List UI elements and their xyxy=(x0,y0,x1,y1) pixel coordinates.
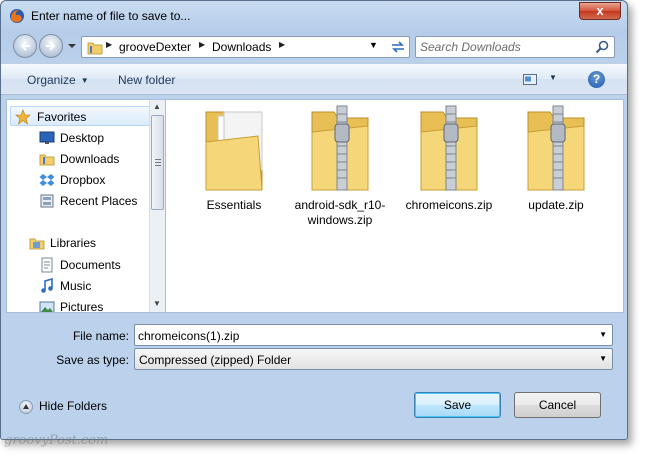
breadcrumb-separator-icon[interactable]: ▶ xyxy=(279,40,285,49)
libraries-icon xyxy=(29,238,45,250)
title-bar: Enter name of file to save to... x xyxy=(1,1,627,31)
file-name-input[interactable] xyxy=(138,328,588,343)
hide-folders-label: Hide Folders xyxy=(39,399,108,413)
nav-item-label: Recent Places xyxy=(60,194,138,208)
file-name: chromeicons.zip xyxy=(405,198,493,212)
nav-item-label: Dropbox xyxy=(60,173,106,187)
nav-item-downloads[interactable]: Downloads xyxy=(39,149,165,169)
nav-item-label: Libraries xyxy=(50,236,97,250)
file-name-combobox[interactable]: ▼ xyxy=(134,324,613,346)
nav-item-pictures[interactable]: Pictures xyxy=(39,297,165,313)
chevron-down-icon: ▼ xyxy=(80,76,89,85)
file-item[interactable]: Essentials xyxy=(184,102,284,242)
organize-label: Organize xyxy=(27,73,76,87)
star-icon xyxy=(15,109,31,125)
nav-item-label: Pictures xyxy=(60,300,104,313)
file-item[interactable]: update.zip xyxy=(506,102,606,242)
watermark: groovyPost.com xyxy=(4,433,109,448)
view-icon xyxy=(523,74,537,85)
cancel-button[interactable]: Cancel xyxy=(514,392,601,418)
save-dialog: Enter name of file to save to... x ▶ gro… xyxy=(0,0,628,440)
desktop-icon xyxy=(39,131,55,144)
chevron-down-icon[interactable]: ▼ xyxy=(599,330,607,339)
file-name: update.zip xyxy=(528,198,584,212)
scroll-down-icon[interactable]: ▼ xyxy=(153,299,161,308)
window-title: Enter name of file to save to... xyxy=(31,9,191,23)
breadcrumb-separator-icon[interactable]: ▶ xyxy=(106,40,112,49)
chevron-down-icon: ▼ xyxy=(549,73,557,82)
recent-pages-dropdown-icon[interactable] xyxy=(67,41,77,51)
help-button[interactable]: ? xyxy=(588,71,605,88)
documents-icon xyxy=(41,257,53,273)
breadcrumb-separator-icon[interactable]: ▶ xyxy=(199,40,205,49)
address-bar[interactable]: ▶ grooveDexter ▶ Downloads ▶ ▼ xyxy=(81,36,410,58)
zip-folder-icon xyxy=(420,105,478,191)
forward-button[interactable] xyxy=(39,34,63,58)
save-type-select[interactable]: Compressed (zipped) Folder ▼ xyxy=(134,348,613,370)
music-icon xyxy=(41,278,53,293)
address-row: ▶ grooveDexter ▶ Downloads ▶ ▼ xyxy=(1,31,627,63)
change-view-button[interactable]: ▼ xyxy=(523,72,559,88)
forward-arrow-icon xyxy=(46,41,56,51)
new-folder-button[interactable]: New folder xyxy=(118,73,175,87)
scrollbar-thumb[interactable] xyxy=(151,115,164,210)
breadcrumb-item[interactable]: grooveDexter xyxy=(119,40,191,54)
breadcrumb-item[interactable]: Downloads xyxy=(212,40,271,54)
zip-folder-icon xyxy=(527,105,585,191)
save-type-label: Save as type: xyxy=(56,353,129,367)
save-type-value: Compressed (zipped) Folder xyxy=(139,353,292,367)
pictures-icon xyxy=(39,301,55,312)
organize-button[interactable]: Organize ▼ xyxy=(27,73,89,87)
nav-item-label: Music xyxy=(60,279,92,293)
nav-item-favorites[interactable]: Favorites xyxy=(10,106,151,126)
navigation-pane[interactable]: Favorites Desktop Downloads Dropbox Rece… xyxy=(6,99,166,313)
downloads-folder-icon xyxy=(39,154,55,166)
search-input[interactable] xyxy=(420,39,590,55)
file-item[interactable]: android-sdk_r10-windows.zip xyxy=(290,102,390,242)
firefox-icon xyxy=(10,9,24,23)
save-button[interactable]: Save xyxy=(414,392,501,418)
folder-icon xyxy=(87,42,103,55)
chevron-up-icon xyxy=(19,399,33,414)
nav-item-libraries[interactable]: Libraries xyxy=(29,233,165,253)
scroll-up-icon[interactable]: ▲ xyxy=(153,102,161,111)
close-button[interactable]: x xyxy=(579,2,621,20)
file-name: Essentials xyxy=(206,198,262,212)
nav-item-label: Desktop xyxy=(60,131,105,145)
nav-item-label: Favorites xyxy=(37,110,87,124)
recent-places-icon xyxy=(40,194,54,208)
nav-item-music[interactable]: Music xyxy=(39,276,165,296)
nav-item-desktop[interactable]: Desktop xyxy=(39,128,165,148)
dropbox-icon xyxy=(39,174,55,186)
file-name: android-sdk_r10-windows.zip xyxy=(294,198,386,227)
zip-folder-icon xyxy=(311,105,369,191)
nav-pane-scrollbar[interactable]: ▲ ▼ xyxy=(149,100,165,312)
back-button[interactable] xyxy=(13,34,37,58)
chevron-down-icon[interactable]: ▼ xyxy=(599,354,607,363)
nav-item-recent-places[interactable]: Recent Places xyxy=(39,191,165,211)
command-bar: Organize ▼ New folder ▼ ? xyxy=(1,63,627,95)
folder-icon xyxy=(205,111,263,191)
nav-item-dropbox[interactable]: Dropbox xyxy=(39,170,165,190)
back-arrow-icon xyxy=(20,41,30,51)
search-box[interactable] xyxy=(415,36,615,58)
nav-item-label: Downloads xyxy=(60,152,120,166)
file-item[interactable]: chromeicons.zip xyxy=(399,102,499,242)
refresh-icon[interactable] xyxy=(389,40,407,54)
grip-icon xyxy=(155,159,161,166)
hide-folders-button[interactable]: Hide Folders xyxy=(19,399,107,414)
nav-item-label: Documents xyxy=(60,258,121,272)
address-dropdown-icon[interactable]: ▼ xyxy=(369,40,378,50)
file-list[interactable]: Essentials android-sdk_r10-windows.zip c… xyxy=(166,99,624,313)
search-icon[interactable] xyxy=(595,40,609,54)
file-name-label: File name: xyxy=(72,329,129,343)
nav-item-documents[interactable]: Documents xyxy=(39,255,165,275)
